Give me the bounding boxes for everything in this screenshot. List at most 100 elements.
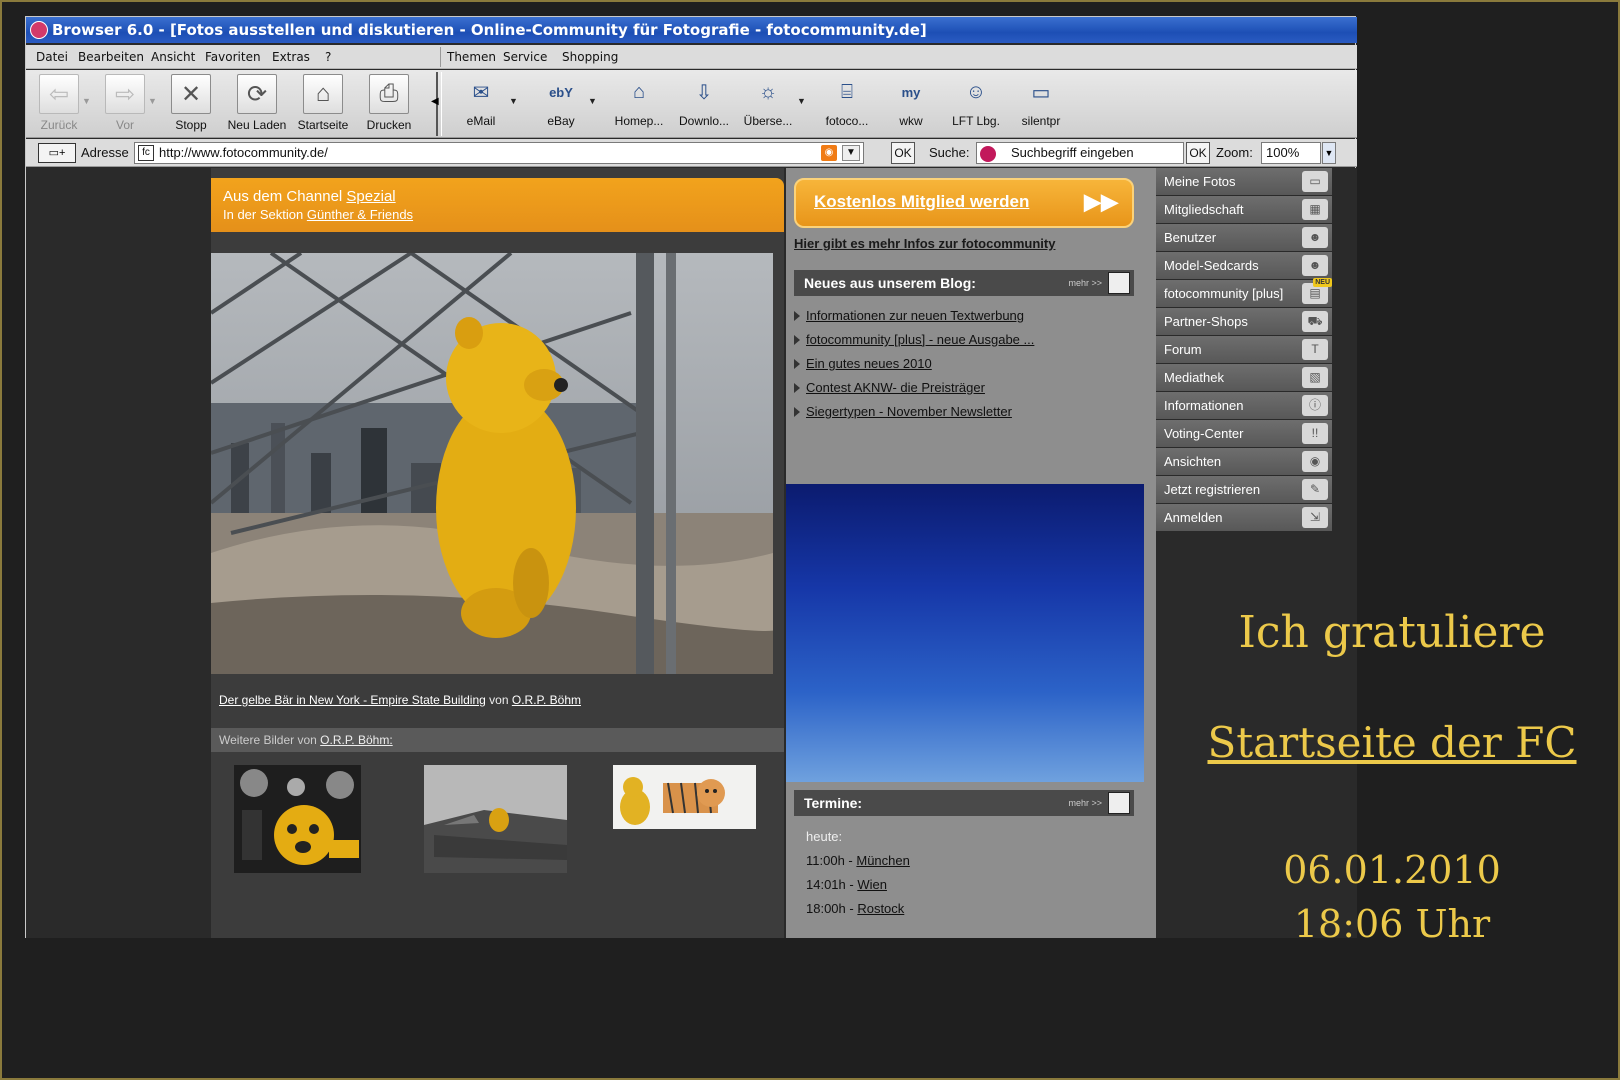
termine-city-link[interactable]: München xyxy=(856,853,909,868)
nav-label: Forum xyxy=(1164,342,1202,357)
congrats-line: Ich gratuliere xyxy=(1238,607,1546,658)
blog-more-link[interactable]: mehr >> xyxy=(1068,270,1102,296)
nav-mitgliedschaft[interactable]: Mitgliedschaft ▦ xyxy=(1156,196,1332,223)
advertisement-banner[interactable] xyxy=(786,484,1144,782)
link-homepage[interactable]: ⌂ Homep... xyxy=(604,76,674,129)
link-silentpr[interactable]: ▭ silentpr xyxy=(1006,76,1076,129)
link-lft[interactable]: ☺ LFT Lbg. xyxy=(941,76,1011,129)
blog-item[interactable]: Ein gutes neues 2010 xyxy=(794,356,932,371)
channel-prefix: Aus dem Channel xyxy=(223,188,343,205)
search-label: Suche: xyxy=(929,145,970,160)
nav-label: Informationen xyxy=(1164,398,1244,413)
menu-ansicht[interactable]: Ansicht xyxy=(151,50,195,64)
menu-datei[interactable]: Datei xyxy=(36,50,68,64)
featured-photo[interactable] xyxy=(211,253,773,674)
nav-benutzer[interactable]: Benutzer ☻ xyxy=(1156,224,1332,251)
zoom-field[interactable]: 100% xyxy=(1261,142,1321,164)
menu-bearbeiten[interactable]: Bearbeiten xyxy=(78,50,144,64)
slide-frame: Browser 6.0 - [Fotos ausstellen und disk… xyxy=(0,0,1620,1080)
nav-forum[interactable]: Forum T xyxy=(1156,336,1332,363)
home-icon: ⌂ xyxy=(303,74,343,114)
photos-icon: ▭ xyxy=(1302,171,1328,192)
blog-item-link[interactable]: Informationen zur neuen Textwerbung xyxy=(806,308,1024,323)
stop-button[interactable]: ✕ Stopp xyxy=(160,74,222,132)
link-email[interactable]: ✉ eMail xyxy=(446,76,516,129)
nav-anmelden[interactable]: Anmelden ⇲ xyxy=(1156,504,1332,531)
blog-item-link[interactable]: fotocommunity [plus] - neue Ausgabe ... xyxy=(806,332,1034,347)
print-button[interactable]: ⎙ Drucken xyxy=(358,74,420,132)
nav-label: Voting-Center xyxy=(1164,426,1244,441)
thumbnail-2[interactable] xyxy=(424,765,567,873)
link-ebay-label: eBay xyxy=(547,114,575,128)
termine-more-link[interactable]: mehr >> xyxy=(1068,790,1102,816)
nav-partner-shops[interactable]: Partner-Shops ⛟ xyxy=(1156,308,1332,335)
search-input[interactable]: Suchbegriff eingeben xyxy=(976,142,1184,164)
channel-link[interactable]: Spezial xyxy=(346,188,395,205)
link-fotocommunity-label: fotoco... xyxy=(825,114,869,128)
photo-title-link[interactable]: Der gelbe Bär in New York - Empire State… xyxy=(219,693,486,707)
translate-dropdown-icon[interactable]: ▼ xyxy=(797,96,806,106)
link-fotocommunity[interactable]: ⌸ fotoco... xyxy=(812,76,882,129)
blog-item[interactable]: fotocommunity [plus] - neue Ausgabe ... xyxy=(794,332,1034,347)
forward-dropdown-icon[interactable]: ▼ xyxy=(148,96,157,106)
search-ok-button[interactable]: OK xyxy=(1186,142,1210,164)
nav-informationen[interactable]: Informationen ⓘ xyxy=(1156,392,1332,419)
address-go-icon[interactable]: ▭+ xyxy=(38,143,76,163)
blog-item-link[interactable]: Siegertypen - November Newsletter xyxy=(806,404,1012,419)
link-translate[interactable]: ☼ Überse... xyxy=(733,76,803,129)
termine-header: Termine: mehr >> xyxy=(794,790,1134,816)
signup-label: Kostenlos Mitglied werden xyxy=(814,192,1030,211)
nav-jetzt-registrieren[interactable]: Jetzt registrieren ✎ xyxy=(1156,476,1332,503)
nav-model-sedcards[interactable]: Model-Sedcards ☻ xyxy=(1156,252,1332,279)
more-info-link[interactable]: Hier gibt es mehr Infos zur fotocommunit… xyxy=(794,236,1055,251)
menu-favoriten[interactable]: Favoriten xyxy=(205,50,261,64)
zoom-dropdown-icon[interactable]: ▼ xyxy=(1322,142,1336,164)
photo-author-link[interactable]: O.R.P. Böhm xyxy=(512,693,581,707)
menu-shopping[interactable]: Shopping xyxy=(562,50,618,64)
thumbnail-3[interactable] xyxy=(613,765,756,829)
nav-mediathek[interactable]: Mediathek ▧ xyxy=(1156,364,1332,391)
search-provider-icon[interactable] xyxy=(980,146,996,162)
email-dropdown-icon[interactable]: ▼ xyxy=(509,96,518,106)
link-wkw[interactable]: my wkw xyxy=(876,76,946,129)
menu-extras[interactable]: Extras xyxy=(272,50,310,64)
signup-button[interactable]: Kostenlos Mitglied werden ▶▶ xyxy=(794,178,1134,228)
blog-item-link[interactable]: Ein gutes neues 2010 xyxy=(806,356,932,371)
back-button[interactable]: ⇦ Zurück xyxy=(28,74,90,132)
link-homepage-label: Homep... xyxy=(614,114,664,128)
toolbar-collapse-icon[interactable]: ◀ xyxy=(431,96,439,107)
menu-help[interactable]: ? xyxy=(325,50,331,64)
link-download[interactable]: ⇩ Downlo... xyxy=(669,76,739,129)
link-ebay[interactable]: ebY eBay xyxy=(526,76,596,129)
back-dropdown-icon[interactable]: ▼ xyxy=(82,96,91,106)
blog-item[interactable]: Contest AKNW- die Preisträger xyxy=(794,380,985,395)
address-dropdown-icon[interactable]: ▼ xyxy=(842,145,860,161)
menu-service[interactable]: Service xyxy=(503,50,547,64)
menu-themen[interactable]: Themen xyxy=(447,50,496,64)
home-button[interactable]: ⌂ Startseite xyxy=(292,74,354,132)
thumbnail-2-image xyxy=(424,765,567,873)
nav-voting-center[interactable]: Voting-Center!! xyxy=(1156,420,1332,447)
reload-icon: ⟳ xyxy=(237,74,277,114)
blog-item-link[interactable]: Contest AKNW- die Preisträger xyxy=(806,380,985,395)
nav-fotocommunity-plus[interactable]: fotocommunity [plus] ▤ NEU xyxy=(1156,278,1332,307)
termine-city-link[interactable]: Rostock xyxy=(857,901,904,916)
forward-button[interactable]: ⇨ Vor xyxy=(94,74,156,132)
blog-item[interactable]: Informationen zur neuen Textwerbung xyxy=(794,308,1024,323)
reload-button[interactable]: ⟳ Neu Laden xyxy=(226,74,288,132)
termine-time: 18:00h - xyxy=(806,901,854,916)
nav-meine-fotos[interactable]: Meine Fotos ▭ xyxy=(1156,168,1332,195)
termine-city-link[interactable]: Wien xyxy=(857,877,887,892)
section-link[interactable]: Günther & Friends xyxy=(307,207,413,222)
home-label: Startseite xyxy=(297,118,349,132)
info-icon: ⓘ xyxy=(1302,395,1328,416)
address-input[interactable]: fc http://www.fotocommunity.de/ ◉ ▼ xyxy=(134,142,864,164)
ebay-dropdown-icon[interactable]: ▼ xyxy=(588,96,597,106)
more-photos-author-link[interactable]: O.R.P. Böhm: xyxy=(320,733,392,747)
rss-icon[interactable]: ◉ xyxy=(821,145,837,161)
blog-item[interactable]: Siegertypen - November Newsletter xyxy=(794,404,1012,419)
more-photos-bar: Weitere Bilder von O.R.P. Böhm: xyxy=(211,728,784,752)
thumbnail-1[interactable] xyxy=(234,765,361,873)
address-ok-button[interactable]: OK xyxy=(891,142,915,164)
nav-ansichten[interactable]: Ansichten ◉ xyxy=(1156,448,1332,475)
